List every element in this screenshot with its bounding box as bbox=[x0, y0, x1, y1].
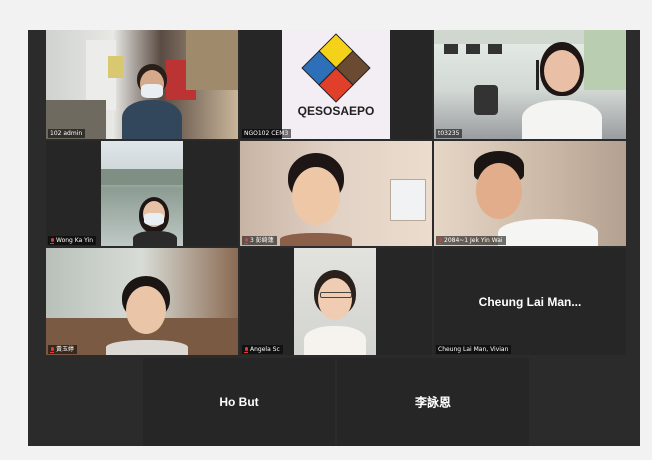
gallery-view: 102 admin QESOSAEPO NGO102 CEM3 t03235 W… bbox=[28, 30, 640, 446]
video-feed bbox=[46, 30, 238, 139]
video-feed bbox=[294, 248, 376, 355]
muted-mic-icon bbox=[438, 237, 442, 244]
participant-name-tag: 3 彭綺蓮 bbox=[242, 236, 277, 245]
participant-tile-t03235[interactable]: t03235 bbox=[434, 30, 626, 139]
participant-display-name: Cheung Lai Man... bbox=[478, 294, 582, 309]
muted-mic-icon bbox=[50, 346, 54, 353]
participant-name-tag: 2084~1 Jek Yin Wai bbox=[436, 236, 506, 245]
video-feed bbox=[434, 141, 626, 246]
diamond-logo-icon bbox=[301, 33, 371, 103]
participant-name-tag: Angela Sc bbox=[242, 345, 283, 354]
participant-name: 黃玉婷 bbox=[56, 346, 75, 353]
muted-mic-icon bbox=[244, 237, 248, 244]
video-feed bbox=[240, 141, 432, 246]
participant-name-tag: t03235 bbox=[436, 129, 463, 138]
logo-card: QESOSAEPO bbox=[282, 30, 390, 139]
video-feed bbox=[46, 248, 238, 355]
participant-tile-ho-but[interactable]: Ho But bbox=[143, 358, 335, 446]
participant-tile-ngo102[interactable]: QESOSAEPO NGO102 CEM3 bbox=[240, 30, 432, 139]
participant-name-tag: 黃玉婷 bbox=[48, 345, 78, 354]
participant-display-name: 李詠恩 bbox=[414, 395, 451, 410]
participant-tile-wong-yuk-ting[interactable]: 黃玉婷 bbox=[46, 248, 238, 355]
participant-name-tag: 102 admin bbox=[48, 129, 86, 138]
video-feed bbox=[434, 30, 626, 139]
participant-display-name: Ho But bbox=[219, 395, 259, 409]
participant-tile-102-admin[interactable]: 102 admin bbox=[46, 30, 238, 139]
participant-name: 2084~1 Jek Yin Wai bbox=[444, 237, 503, 244]
participant-tile-pang[interactable]: 3 彭綺蓮 bbox=[240, 141, 432, 246]
participant-name-tag: NGO102 CEM3 bbox=[242, 129, 292, 138]
participant-name-tag: Wong Ka Yin bbox=[48, 236, 97, 245]
logo-text: QESOSAEPO bbox=[297, 104, 375, 118]
participant-name: Cheung Lai Man, Vivian bbox=[438, 346, 509, 353]
participant-name: 3 彭綺蓮 bbox=[250, 237, 274, 244]
participant-name: Wong Ka Yin bbox=[56, 237, 94, 244]
participant-tile-lee-wing-yan[interactable]: 李詠恩 bbox=[337, 358, 529, 446]
participant-tile-jek-yin-wai[interactable]: 2084~1 Jek Yin Wai bbox=[434, 141, 626, 246]
participant-name: t03235 bbox=[438, 130, 460, 137]
muted-mic-icon bbox=[244, 346, 248, 353]
participant-name: NGO102 CEM3 bbox=[244, 130, 289, 137]
video-feed bbox=[101, 141, 183, 246]
participant-name: Angela Sc bbox=[250, 346, 280, 353]
participant-name-tag: Cheung Lai Man, Vivian bbox=[436, 345, 512, 354]
participant-tile-angela[interactable]: Angela Sc bbox=[240, 248, 432, 355]
participant-tile-wong-ka-yin[interactable]: Wong Ka Yin bbox=[46, 141, 238, 246]
muted-mic-icon bbox=[50, 237, 54, 244]
participant-name: 102 admin bbox=[50, 130, 83, 137]
participant-tile-cheung-lai-man[interactable]: Cheung Lai Man... Cheung Lai Man, Vivian bbox=[434, 248, 626, 355]
